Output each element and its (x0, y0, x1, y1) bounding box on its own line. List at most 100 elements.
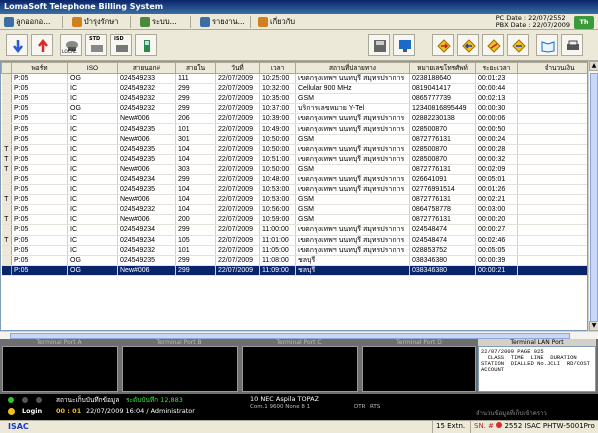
cell-port: P:05 (11, 184, 68, 196)
col-header-marker[interactable] (1, 62, 12, 74)
table-row[interactable]: P:05 IC 024549235 101 22/07/2009 10:49:00 เขตก… (1, 123, 587, 135)
table-row[interactable]: P:05 IC New#006 206 22/07/2009 10:39:00 เขตกรุ… (1, 113, 587, 125)
scroll-down-icon[interactable]: ▼ (589, 321, 598, 331)
cell-mk: T (1, 164, 12, 175)
next-button[interactable] (432, 34, 454, 56)
table-row[interactable]: T P:05 IC 024549234 105 22/07/2009 11:01:00 เขต… (1, 235, 587, 246)
print-button[interactable] (561, 34, 583, 56)
table-row[interactable]: P:05 OG 024549235 299 22/07/2009 11:08:00 ชลบุ… (1, 255, 587, 266)
cell-dest: เขตกรุงเทพฯ นนทบุรี สมุทรปราการ (295, 224, 410, 236)
terminal-ports-panel: Terminal Port A Terminal Port B Terminal… (0, 339, 598, 394)
cell-amt: 0. (517, 144, 587, 155)
cell-date: 22/07/2009 (215, 214, 260, 226)
col-header-date[interactable]: วันที่ (215, 62, 260, 74)
title-bar: LomaSoft Telephone Billing System (0, 0, 598, 14)
menu-item-reports[interactable]: รายงาน... (198, 15, 249, 29)
table-row[interactable]: P:05 IC 024549235 104 22/07/2009 10:53:00 เขตก… (1, 184, 587, 196)
table-row[interactable]: T P:05 IC New#006 303 22/07/2009 10:50:00 GSM 08… (1, 164, 587, 175)
col-header-port[interactable]: พอร์ท (11, 62, 68, 74)
sn-label: SN. # (474, 422, 494, 430)
cell-mk (1, 255, 12, 266)
cell-mk: T (1, 235, 12, 246)
cell-dest: GSM (295, 204, 410, 216)
table-row[interactable]: T P:05 IC 024549235 104 22/07/2009 10:51:00 เขต… (1, 154, 587, 165)
cell-line: 105 (175, 235, 216, 246)
first-button[interactable] (507, 34, 529, 56)
std-calls-button[interactable]: STD (85, 34, 107, 56)
table-row[interactable]: P:05 OG 024549232 299 22/07/2009 10:37:00 บริก… (1, 103, 587, 115)
col-header-extension[interactable]: สายใน (175, 62, 216, 74)
cell-line: 299 (175, 265, 216, 276)
cell-dest: เขตกรุงเทพฯ นนทบุรี สมุทรปราการ (295, 174, 410, 186)
horizontal-scrollbar[interactable] (0, 331, 598, 339)
previous-button[interactable] (457, 34, 479, 56)
cell-phone: 0872776131 (409, 164, 476, 175)
menu-item-system[interactable]: ระบบ... (138, 15, 181, 29)
cell-date: 22/07/2009 (215, 194, 260, 206)
table-row-selected[interactable]: P:05 OG New#006 299 22/07/2009 11:09:00 ชลบุรี… (1, 265, 587, 276)
table-row[interactable]: T P:05 IC 024549235 104 22/07/2009 10:50:00 เขต… (1, 144, 587, 155)
table-row[interactable]: T P:05 IC New#006 104 22/07/2009 10:53:00 GSM 08… (1, 194, 587, 206)
led-gray2-icon (36, 397, 42, 403)
cell-line: 299 (175, 103, 216, 115)
cell-time: 10:51:00 (259, 154, 296, 165)
sn-value: 2552 ISAC PHTW-5001Pro (504, 422, 595, 430)
table-row[interactable]: T P:05 IC New#006 200 22/07/2009 10:59:00 GSM 08… (1, 214, 587, 226)
cell-dest: GSM (295, 214, 410, 226)
toolbar: LOCAL STD ISD (0, 31, 598, 61)
cell-date: 22/07/2009 (215, 164, 260, 175)
cell-mk (1, 265, 12, 276)
cell-mk (1, 184, 12, 196)
vertical-scrollbar[interactable]: ▲ ▼ (588, 61, 598, 331)
table-row[interactable]: P:05 IC 024549234 299 22/07/2009 11:00:00 เขตก… (1, 224, 587, 236)
scroll-up-icon[interactable]: ▲ (589, 61, 598, 71)
menu-item-logout[interactable]: ลูกออกอ... (2, 15, 54, 29)
table-row[interactable]: P:05 IC New#006 301 22/07/2009 10:50:00 GSM 087… (1, 134, 587, 145)
col-header-duration[interactable]: ระยะเวลา (475, 62, 518, 74)
col-header-external-line[interactable]: สายนอก# (117, 62, 176, 74)
scroll-thumb[interactable] (590, 73, 598, 323)
import-button[interactable] (6, 34, 28, 56)
table-row[interactable]: P:05 OG 024549233 111 22/07/2009 10:25:00 เขตก… (1, 73, 587, 85)
col-header-phone-number[interactable]: หมายเลขโทรศัพท์ (409, 62, 476, 74)
menu-item-about[interactable]: เกี่ยวกับ (256, 15, 299, 29)
cell-iso: IC (67, 93, 118, 105)
terminal-lan-port: 22/07/2009 PAGE 025 CLASS TIME LINE DURA… (478, 346, 596, 392)
cell-time: 10:49:00 (259, 123, 296, 135)
cell-iso: IC (67, 113, 118, 125)
table-row[interactable]: P:05 IC 024549234 299 22/07/2009 10:48:00 เขตก… (1, 174, 587, 186)
call-records-grid[interactable]: พอร์ท ISO สายนอก# สายใน วันที่ เวลา สถาน… (0, 61, 588, 331)
table-row[interactable]: P:05 IC 024549232 299 22/07/2009 10:32:00 Cell… (1, 83, 587, 95)
cell-dur: 00:05:01 (475, 174, 518, 186)
export-button[interactable] (31, 34, 53, 56)
book-button[interactable] (536, 34, 558, 56)
table-row[interactable]: P:05 IC 024549232 299 22/07/2009 10:35:00 GSM 0… (1, 93, 587, 105)
col-header-time[interactable]: เวลา (259, 62, 296, 74)
terminal-port-a (2, 346, 118, 392)
cell-mk (1, 245, 12, 256)
mobile-calls-button[interactable] (135, 34, 157, 56)
cell-dur: 00:00:20 (475, 214, 518, 226)
serial-number-cell: SN. # 2552 ISAC PHTW-5001Pro (470, 421, 598, 433)
last-button[interactable] (482, 34, 504, 56)
table-row[interactable]: P:05 IC 024549232 104 22/07/2009 10:56:00 GSM 0… (1, 204, 587, 216)
cell-time: 10:53:00 (259, 184, 296, 196)
cell-phone: 038346380 (409, 265, 476, 276)
col-header-amount[interactable]: จำนวนเงิน (517, 62, 587, 74)
col-header-iso[interactable]: ISO (67, 62, 118, 74)
menu-item-maintenance[interactable]: บำรุงรักษา (70, 15, 122, 29)
cell-time: 10:35:00 (259, 93, 296, 105)
cell-port: P:05 (11, 103, 68, 115)
monitor-button[interactable] (393, 34, 415, 56)
cell-time: 11:01:00 (259, 235, 296, 246)
save-button[interactable] (368, 34, 390, 56)
pbx-model: 10 NEC Aspila TOPAZ (250, 395, 320, 403)
port-d-label: Terminal Port D (396, 339, 442, 346)
menu-divider (62, 16, 63, 28)
col-header-destination[interactable]: สถานที่ปลายทาง (295, 62, 410, 74)
table-row[interactable]: P:05 IC 024549232 101 22/07/2009 11:05:00 เขตก… (1, 245, 587, 256)
rts-indicator: RTS (370, 404, 381, 410)
local-calls-button[interactable]: LOCAL (60, 34, 82, 56)
isd-calls-button[interactable]: ISD (110, 34, 132, 56)
language-th-button[interactable]: Th (574, 16, 594, 29)
